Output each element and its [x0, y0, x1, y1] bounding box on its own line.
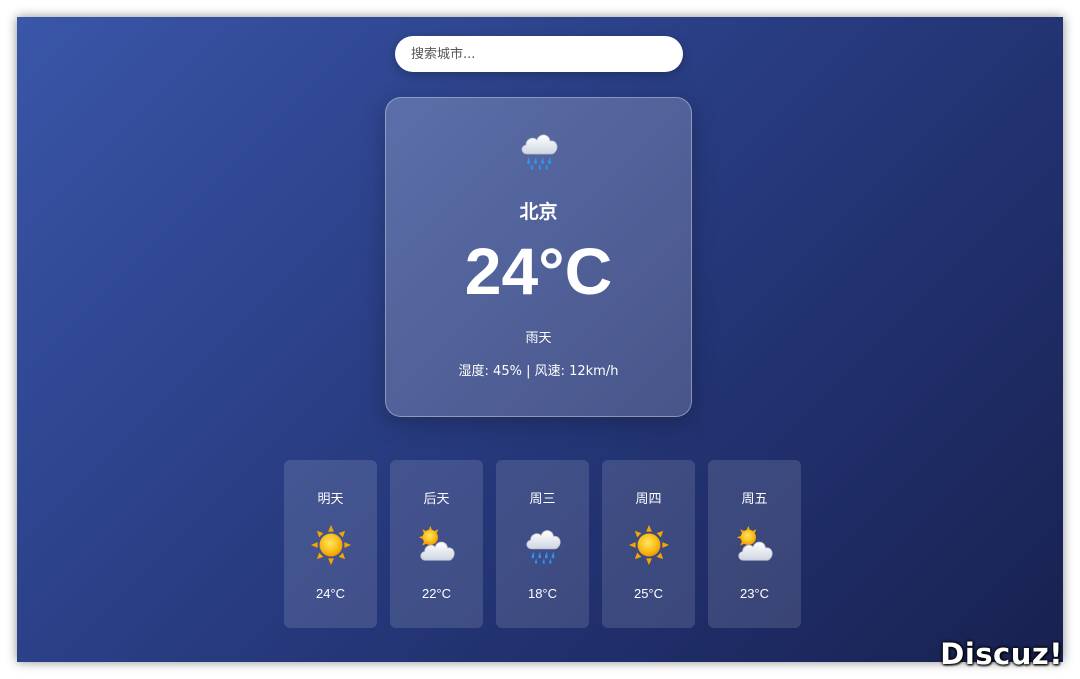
sun-icon: [310, 524, 352, 566]
weather-app-window: 北京 24°C 雨天 湿度: 45% | 风速: 12km/h 明天 24°C …: [17, 17, 1063, 662]
weather-condition: 雨天: [525, 331, 552, 346]
rain-cloud-icon: [517, 128, 561, 172]
forecast-temp: 25°C: [633, 586, 664, 601]
current-weather-card: 北京 24°C 雨天 湿度: 45% | 风速: 12km/h: [385, 97, 692, 417]
forecast-day: 周四: [635, 492, 662, 507]
forecast-card-day-after: 后天 22°C: [390, 460, 483, 628]
city-name: 北京: [519, 201, 558, 223]
forecast-card-wednesday: 周三 18°C: [496, 460, 589, 628]
forecast-day: 周三: [529, 492, 556, 507]
sun-behind-cloud-icon: [734, 524, 776, 566]
forecast-card-friday: 周五 23°C: [708, 460, 801, 628]
search-input[interactable]: [395, 36, 683, 72]
forecast-day: 周五: [741, 492, 768, 507]
forecast-temp: 18°C: [527, 586, 558, 601]
humidity-wind-details: 湿度: 45% | 风速: 12km/h: [458, 364, 619, 379]
forecast-card-thursday: 周四 25°C: [602, 460, 695, 628]
forecast-list: 明天 24°C 后天 22°C 周三 18°C 周四 25°C 周五 23°C: [284, 460, 801, 628]
forecast-temp: 23°C: [739, 586, 770, 601]
rain-cloud-icon: [522, 524, 564, 566]
forecast-temp: 22°C: [421, 586, 452, 601]
sun-behind-cloud-icon: [416, 524, 458, 566]
discuz-watermark: Discuz!: [940, 637, 1063, 671]
forecast-temp: 24°C: [315, 586, 346, 601]
sun-icon: [628, 524, 670, 566]
forecast-card-tomorrow: 明天 24°C: [284, 460, 377, 628]
current-temperature: 24°C: [464, 234, 613, 308]
forecast-day: 明天: [317, 492, 344, 507]
forecast-day: 后天: [423, 492, 450, 507]
